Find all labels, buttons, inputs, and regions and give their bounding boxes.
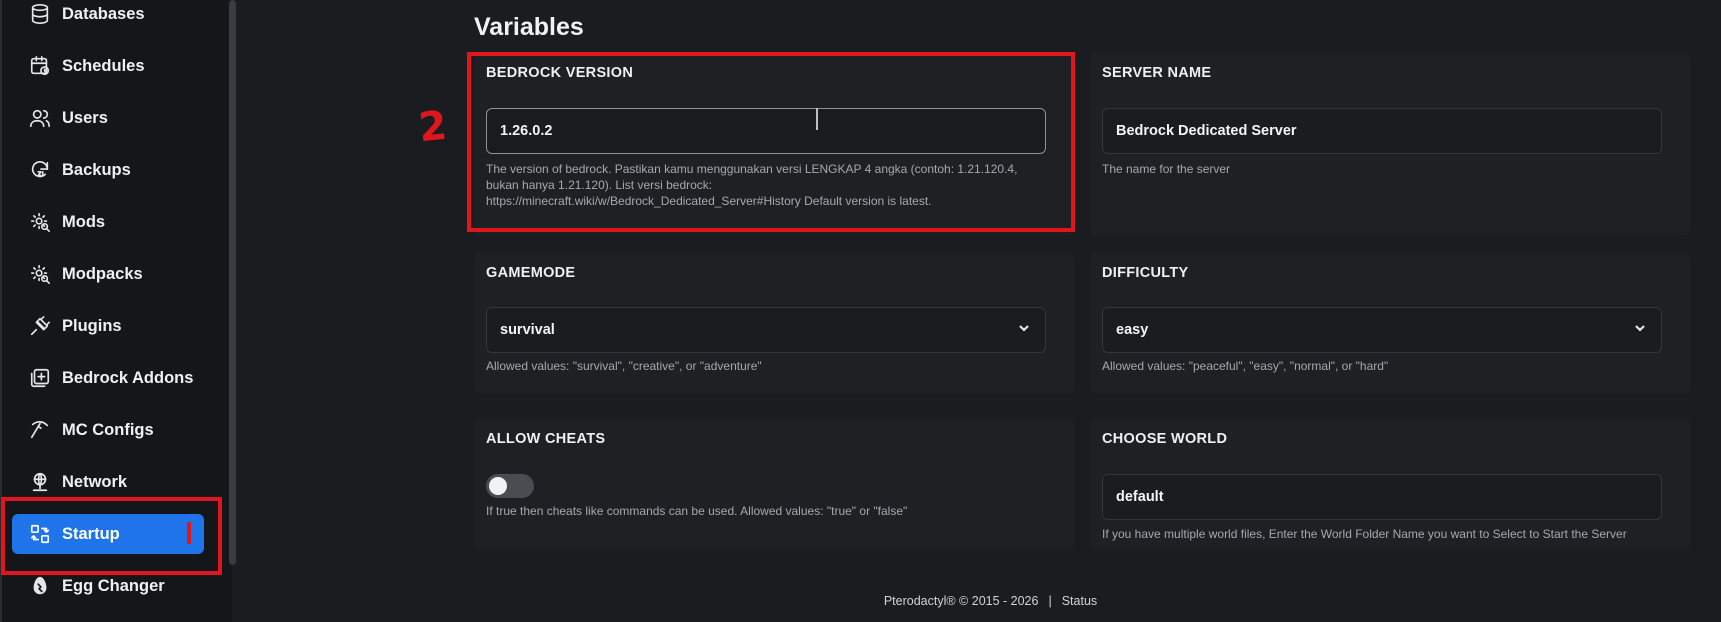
variable-description: The name for the server <box>1102 162 1231 176</box>
sidebar-item-label: Users <box>62 108 108 127</box>
sidebar-item-label: Schedules <box>62 56 145 75</box>
footer: Pterodactyl® © 2015 - 2026 | Status <box>0 594 1721 608</box>
sidebar-item-label: Bedrock Addons <box>62 368 194 387</box>
text-cursor <box>816 108 818 130</box>
sidebar-item-label: Databases <box>62 4 145 23</box>
variable-label: SERVER NAME <box>1102 65 1212 81</box>
footer-status-link[interactable]: Status <box>1062 594 1097 608</box>
toggle-knob <box>489 477 507 495</box>
variable-description: Allowed values: "peaceful", "easy", "nor… <box>1102 359 1389 373</box>
sidebar-item-label: Egg Changer <box>62 576 165 595</box>
database-icon <box>28 2 52 26</box>
gear-search-icon <box>28 210 52 234</box>
gamemode-selected-value: survival <box>500 322 555 338</box>
variable-label: CHOOSE WORLD <box>1102 431 1228 447</box>
gear-search-icon <box>28 262 52 286</box>
variable-description: Allowed values: "survival", "creative", … <box>486 359 762 373</box>
choose-world-input[interactable]: default <box>1102 474 1662 520</box>
sidebar-scrollbar[interactable] <box>229 0 236 565</box>
chevron-down-icon <box>1633 321 1647 339</box>
allow-cheats-toggle[interactable] <box>486 474 534 498</box>
annotation-step-number: 2 <box>416 102 450 152</box>
sidebar-item-startup[interactable]: Startup <box>12 514 204 554</box>
calendar-clock-icon <box>28 54 52 78</box>
footer-copyright: Pterodactyl® © 2015 - 2026 <box>883 594 1039 608</box>
variable-label: GAMEMODE <box>486 265 576 281</box>
page-title: Variables <box>474 13 584 41</box>
sidebar-item-label: Plugins <box>62 316 122 335</box>
sidebar-item-modpacks[interactable]: Modpacks <box>12 254 204 294</box>
variable-label: DIFFICULTY <box>1102 265 1189 281</box>
variable-description: If true then cheats like commands can be… <box>486 504 908 518</box>
variable-description: If you have multiple world files, Enter … <box>1102 527 1627 541</box>
sidebar-item-mods[interactable]: Mods <box>12 202 204 242</box>
sidebar-item-schedules[interactable]: Schedules <box>12 46 204 86</box>
difficulty-selected-value: easy <box>1116 322 1149 338</box>
sidebar-item-label: Startup <box>62 524 120 543</box>
difficulty-select[interactable]: easy <box>1102 307 1662 353</box>
sidebar-item-databases[interactable]: Databases <box>12 0 204 34</box>
square-plus-icon <box>28 366 52 390</box>
plug-icon <box>28 314 52 338</box>
users-icon <box>28 106 52 130</box>
sidebar-item-label: Modpacks <box>62 264 143 283</box>
backup-icon <box>28 158 52 182</box>
annotation-marker-1 <box>187 522 191 544</box>
sidebar-item-label: Mods <box>62 212 106 231</box>
sidebar-item-plugins[interactable]: Plugins <box>12 306 204 346</box>
gamemode-select[interactable]: survival <box>486 307 1046 353</box>
pickaxe-icon <box>28 418 52 442</box>
sidebar-item-label: Backups <box>62 160 131 179</box>
variable-description: The version of bedrock. Pastikan kamu me… <box>486 162 1018 208</box>
sidebar-item-mc-configs[interactable]: MC Configs <box>12 410 204 450</box>
sidebar-item-network[interactable]: Network <box>12 462 204 502</box>
bedrock-version-input[interactable]: 1.26.0.2 <box>486 108 1046 154</box>
sidebar: Databases Schedules Users Backups Mods M… <box>0 0 232 622</box>
sidebar-item-backups[interactable]: Backups <box>12 150 204 190</box>
sidebar-item-label: MC Configs <box>62 420 154 439</box>
variable-label: BEDROCK VERSION <box>486 65 634 81</box>
chevron-down-icon <box>1017 321 1031 339</box>
switch-arrows-icon <box>28 522 52 546</box>
sidebar-item-users[interactable]: Users <box>12 98 204 138</box>
sidebar-item-label: Network <box>62 472 128 491</box>
footer-separator: | <box>1048 594 1052 608</box>
sidebar-item-bedrock-addons[interactable]: Bedrock Addons <box>12 358 204 398</box>
globe-network-icon <box>28 470 52 494</box>
server-name-input[interactable]: Bedrock Dedicated Server <box>1102 108 1662 154</box>
variable-label: ALLOW CHEATS <box>486 431 606 447</box>
